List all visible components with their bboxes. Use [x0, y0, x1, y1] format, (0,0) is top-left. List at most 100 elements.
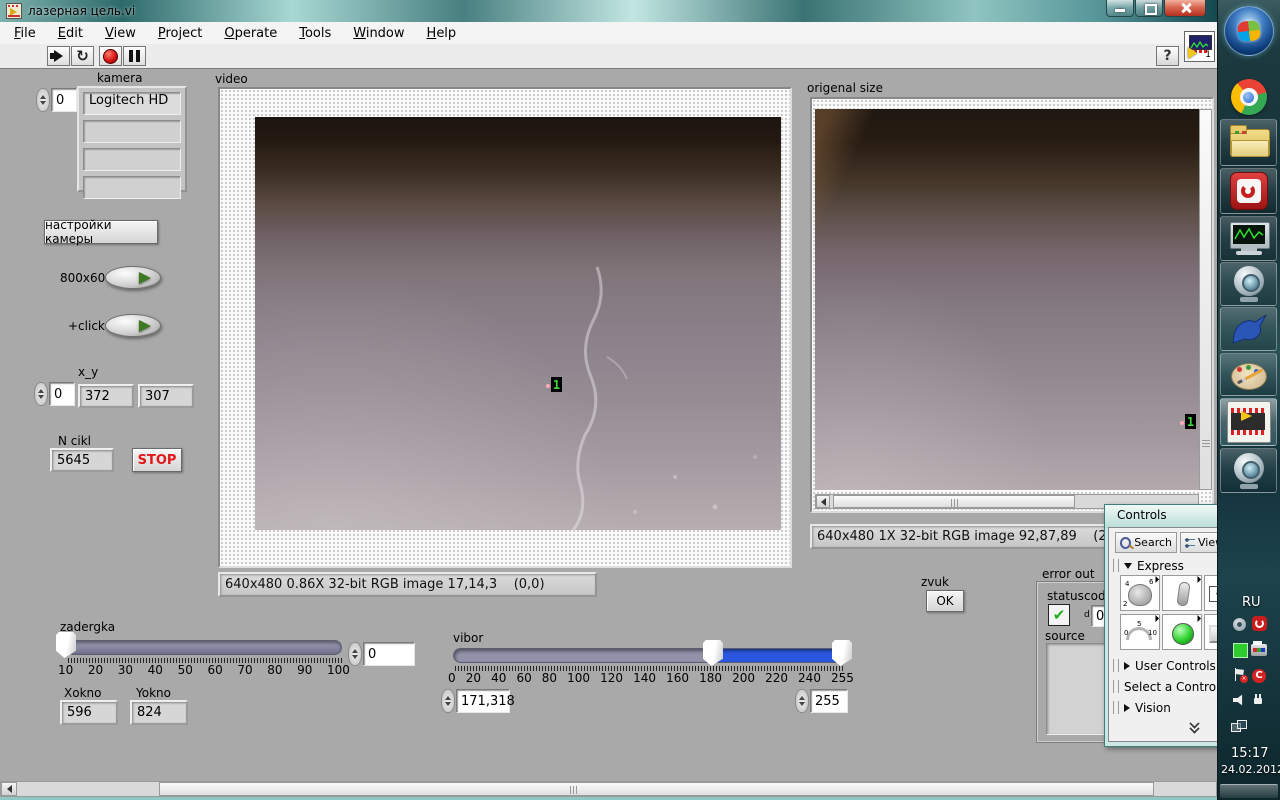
- webcam-icon: [1232, 452, 1266, 489]
- zadergka-value-field[interactable]: 0: [363, 642, 415, 666]
- vibor-label: vibor: [453, 631, 484, 645]
- pause-button[interactable]: [123, 46, 146, 66]
- taskbar-item-system-monitor[interactable]: [1220, 216, 1277, 261]
- show-desktop-button[interactable]: [1220, 784, 1278, 798]
- tray-icon-volume[interactable]: [1233, 694, 1246, 706]
- run-button[interactable]: [47, 46, 70, 66]
- xy-index-field[interactable]: 0: [49, 382, 75, 406]
- original-image[interactable]: 1: [815, 109, 1199, 490]
- palette-item-gauge[interactable]: 0 5 10: [1120, 614, 1160, 650]
- toggle-click-switch[interactable]: [105, 314, 161, 337]
- palette-view-button[interactable]: View: [1180, 532, 1218, 553]
- taskbar-item-webcam[interactable]: [1220, 262, 1277, 306]
- palette-item-numeric-knob[interactable]: 4 6 2: [1120, 575, 1160, 611]
- video-display[interactable]: 1: [218, 87, 792, 568]
- date[interactable]: 24.02.2012: [1221, 763, 1280, 776]
- tray-icon-usb-plug[interactable]: [1252, 694, 1264, 706]
- menu-item[interactable]: Help: [416, 24, 468, 43]
- scroll-left-arrow[interactable]: [816, 495, 830, 508]
- palette-section-user-controls[interactable]: User Controls: [1111, 656, 1218, 675]
- palette-select-a-control[interactable]: Select a Control: [1111, 677, 1219, 696]
- scrollbar-thumb[interactable]: [833, 495, 1075, 508]
- zadergka-slider-track[interactable]: [66, 640, 342, 655]
- camera-settings-button[interactable]: настройки камеры: [44, 218, 158, 246]
- maximize-button[interactable]: [1135, 0, 1163, 17]
- vibor-low-field[interactable]: 171,318: [456, 689, 515, 713]
- camera-list-item[interactable]: [83, 176, 181, 199]
- scroll-left-arrow[interactable]: [1, 782, 17, 796]
- palette-section-express[interactable]: Express: [1111, 556, 1218, 575]
- taskbar-item-opera[interactable]: [1220, 168, 1277, 214]
- section-label: Select a Control: [1124, 679, 1219, 694]
- original-vertical-scrollbar[interactable]: [1199, 109, 1212, 490]
- tray-icon-webcam[interactable]: [1233, 618, 1246, 631]
- tray-icon-color-printer[interactable]: [1251, 641, 1267, 656]
- vibor-high-spinner[interactable]: [795, 689, 809, 713]
- panel-horizontal-scrollbar[interactable]: [0, 781, 1217, 797]
- tray-icon-green-square[interactable]: [1233, 643, 1248, 658]
- tray-icon-shield-c[interactable]: C: [1252, 669, 1266, 683]
- vi-icon[interactable]: 1: [1184, 31, 1215, 62]
- xy-index-spinner[interactable]: [34, 382, 48, 406]
- desktop: лазерная цель.vi File Edit View Project Oper…: [0, 0, 1280, 800]
- tick-label: 180: [699, 671, 722, 685]
- close-button[interactable]: [1164, 0, 1206, 17]
- camera-listbox[interactable]: Logitech HD: [77, 86, 187, 199]
- zadergka-spinner[interactable]: [348, 642, 362, 666]
- menu-item[interactable]: Tools: [288, 24, 342, 43]
- toggle-switch-icon: [1176, 581, 1191, 607]
- run-icon: [50, 50, 63, 62]
- kamera-index-field[interactable]: 0: [51, 88, 77, 112]
- camera-list-item[interactable]: Logitech HD: [83, 92, 181, 115]
- vi-icon-number: 1: [1205, 50, 1211, 60]
- taskbar-item-chrome[interactable]: [1220, 76, 1277, 118]
- section-grip: [1113, 659, 1119, 672]
- taskbar-item-bird-app[interactable]: [1220, 307, 1277, 351]
- camera-list-item[interactable]: [83, 148, 181, 171]
- menu-item[interactable]: Window: [342, 24, 415, 43]
- run-continuous-button[interactable]: ↻: [71, 46, 94, 66]
- tray-icon-network[interactable]: [1231, 720, 1247, 732]
- title-bar[interactable]: лазерная цель.vi: [0, 0, 1218, 22]
- knob-icon: [1128, 584, 1152, 606]
- language-indicator[interactable]: RU: [1242, 595, 1261, 610]
- taskbar-item-paint[interactable]: [1220, 353, 1277, 396]
- palette-section-vision[interactable]: Vision: [1111, 698, 1218, 717]
- palette-item-led[interactable]: [1162, 614, 1202, 650]
- taskbar-item-webcam-2[interactable]: [1220, 448, 1277, 493]
- menu-item[interactable]: Edit: [47, 24, 94, 43]
- controls-palette-title[interactable]: Controls: [1105, 505, 1218, 528]
- taskbar-item-labview[interactable]: [1220, 398, 1277, 446]
- palette-search-button[interactable]: Search: [1115, 532, 1177, 553]
- taskbar-item-explorer[interactable]: [1220, 119, 1277, 166]
- context-help-button[interactable]: ?: [1156, 46, 1179, 66]
- vibor-low-spinner[interactable]: [441, 689, 455, 713]
- camera-list-item[interactable]: [83, 120, 181, 143]
- stop-button[interactable]: STOP: [132, 448, 182, 472]
- tray-icon-action-center-flag[interactable]: ×: [1233, 668, 1248, 683]
- minimize-icon: [1115, 9, 1125, 12]
- start-button[interactable]: [1220, 5, 1277, 57]
- menu-item[interactable]: Project: [147, 24, 214, 43]
- vibor-slider-track[interactable]: [453, 648, 845, 663]
- original-size-display[interactable]: 1: [810, 97, 1214, 513]
- toggle-800x600-switch[interactable]: [105, 266, 161, 289]
- labview-window: лазерная цель.vi File Edit View Project Oper…: [0, 0, 1219, 797]
- clock[interactable]: 15:17: [1231, 746, 1268, 761]
- menu-item[interactable]: View: [94, 24, 147, 43]
- scrollbar-thumb[interactable]: [159, 782, 1154, 796]
- tray-icon-opera[interactable]: [1252, 616, 1267, 631]
- menu-item[interactable]: File: [3, 24, 47, 43]
- menu-item[interactable]: Operate: [213, 24, 288, 43]
- vibor-high-field[interactable]: 255: [810, 689, 848, 713]
- expand-chevrons-icon[interactable]: [1189, 720, 1201, 732]
- minimize-button[interactable]: [1106, 0, 1134, 17]
- vibor-scale: 0 20 40 60 80 100 120 140 160 180 200 220 240 255: [448, 671, 854, 685]
- zadergka-scale: 10 20 30 40 50 60 70 80 90 100: [58, 663, 350, 677]
- kamera-index-spinner[interactable]: [36, 88, 50, 112]
- palette-item-toggle-switch[interactable]: [1162, 575, 1202, 611]
- zvuk-ok-button[interactable]: OK: [926, 590, 964, 612]
- video-image[interactable]: 1: [255, 117, 781, 530]
- abort-button[interactable]: [99, 46, 122, 66]
- y-coordinate-field: 307: [138, 384, 194, 408]
